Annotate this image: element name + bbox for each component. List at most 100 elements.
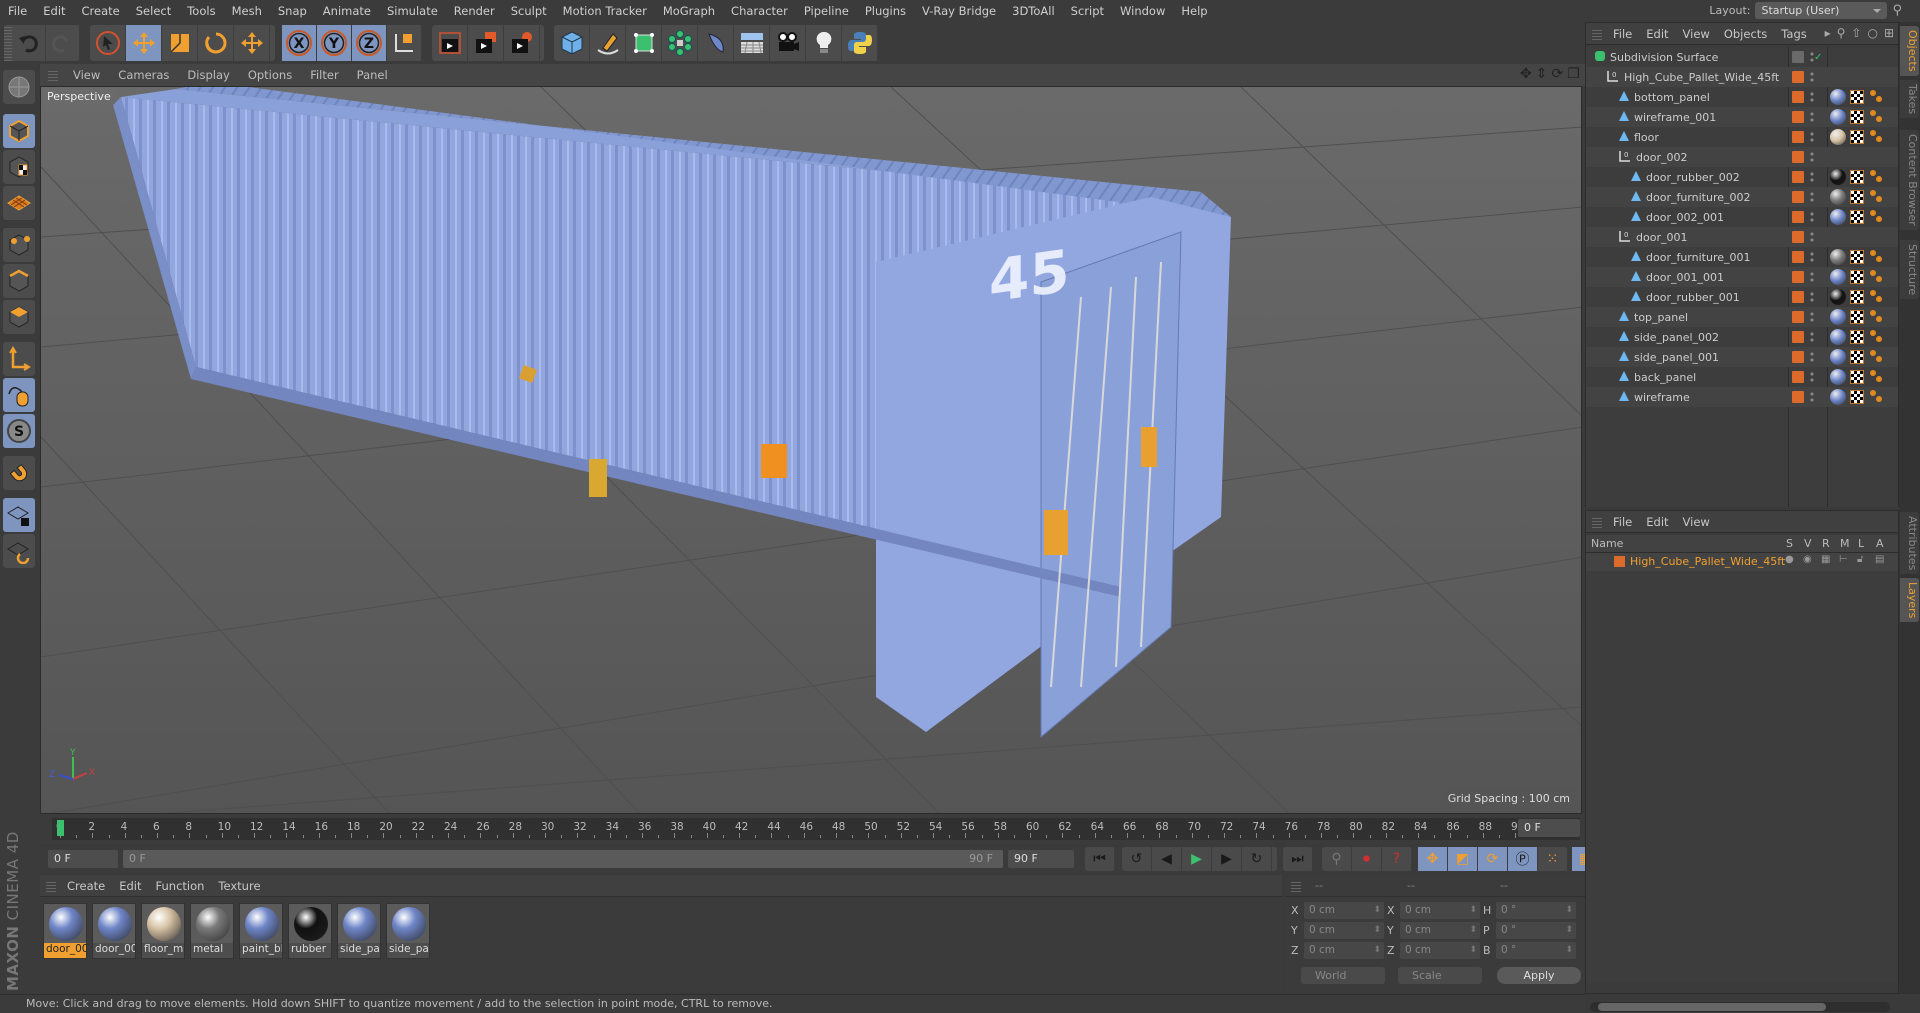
layer-color-swatch[interactable]: [1792, 311, 1804, 323]
position-field[interactable]: 0 cm: [1304, 942, 1384, 959]
uvw-tag-icon[interactable]: [1850, 90, 1864, 104]
menu-3dtoall[interactable]: 3DToAll: [1004, 4, 1063, 18]
material-tag-icon[interactable]: [1830, 129, 1846, 145]
layer-column-a[interactable]: A: [1876, 537, 1884, 550]
menu-script[interactable]: Script: [1063, 4, 1112, 18]
object-row[interactable]: top_panel: [1586, 307, 1898, 327]
uvw-tag-icon[interactable]: [1850, 330, 1864, 344]
object-row[interactable]: back_panel: [1586, 367, 1898, 387]
phong-tag-icon[interactable]: [1870, 190, 1884, 204]
viewport-menu-panel[interactable]: Panel: [348, 68, 397, 82]
viewport-menu-cameras[interactable]: Cameras: [109, 68, 178, 82]
z-axis-lock-icon[interactable]: Z: [352, 25, 387, 61]
visibility-dots[interactable]: [1810, 331, 1814, 343]
model-mode-icon[interactable]: [3, 114, 35, 148]
layer-column-name[interactable]: Name: [1591, 537, 1623, 550]
phong-tag-icon[interactable]: [1870, 370, 1884, 384]
x-axis-lock-icon[interactable]: X: [282, 25, 317, 61]
material-thumbnail[interactable]: metal: [190, 903, 234, 959]
material-thumbnail[interactable]: side_pai: [386, 903, 430, 959]
key-scale-icon[interactable]: ◩: [1448, 847, 1478, 871]
object-row[interactable]: 0 door_002: [1586, 147, 1898, 167]
locked-workplane-icon[interactable]: [3, 498, 35, 532]
material-menu-texture[interactable]: Texture: [211, 879, 267, 893]
uvw-tag-icon[interactable]: [1850, 270, 1864, 284]
menu-character[interactable]: Character: [723, 4, 796, 18]
visibility-dots[interactable]: [1810, 311, 1814, 323]
menu-snap[interactable]: Snap: [270, 4, 315, 18]
snapping-icon[interactable]: [3, 456, 35, 490]
uvw-tag-icon[interactable]: [1850, 310, 1864, 324]
material-thumbnail[interactable]: side_pai: [337, 903, 381, 959]
menu-window[interactable]: Window: [1112, 4, 1173, 18]
visibility-dots[interactable]: [1810, 111, 1814, 123]
phong-tag-icon[interactable]: [1870, 250, 1884, 264]
more-menu-icon[interactable]: ▸: [1825, 26, 1831, 40]
previous-frame-icon[interactable]: ◀: [1152, 847, 1182, 871]
object-menu-edit[interactable]: Edit: [1639, 27, 1675, 41]
key-rotation-icon[interactable]: ⟳: [1478, 847, 1508, 871]
menu-mograph[interactable]: MoGraph: [655, 4, 723, 18]
layer-color-swatch[interactable]: [1792, 91, 1804, 103]
menu-help[interactable]: Help: [1173, 4, 1215, 18]
coordinate-space-select[interactable]: World: [1301, 967, 1385, 984]
layer-color-swatch[interactable]: [1792, 191, 1804, 203]
end-frame-field[interactable]: 90 F: [1008, 850, 1074, 868]
workplane-icon[interactable]: [3, 186, 35, 220]
visibility-dots[interactable]: [1810, 351, 1814, 363]
layer-column-s[interactable]: S: [1786, 537, 1793, 550]
phong-tag-icon[interactable]: [1870, 270, 1884, 284]
render-settings-icon[interactable]: [504, 25, 540, 61]
material-tag-icon[interactable]: [1830, 289, 1846, 305]
uvw-tag-icon[interactable]: [1850, 130, 1864, 144]
visibility-dots[interactable]: [1810, 391, 1814, 403]
scrollbar-thumb[interactable]: [1598, 1003, 1826, 1011]
visibility-dots[interactable]: [1810, 171, 1814, 183]
side-tab-objects[interactable]: Objects: [1900, 26, 1919, 76]
object-row[interactable]: wireframe_001: [1586, 107, 1898, 127]
phong-tag-icon[interactable]: [1870, 330, 1884, 344]
material-thumbnail[interactable]: door_00: [92, 903, 136, 959]
visibility-dots[interactable]: [1810, 91, 1814, 103]
layer-menu-view[interactable]: View: [1676, 515, 1717, 529]
side-tab-takes[interactable]: Takes: [1900, 80, 1919, 119]
autokey-icon[interactable]: ?: [1382, 847, 1412, 871]
rotate-icon[interactable]: [198, 25, 234, 61]
menu-select[interactable]: Select: [128, 4, 179, 18]
material-tag-icon[interactable]: [1830, 349, 1846, 365]
uvw-tag-icon[interactable]: [1850, 210, 1864, 224]
material-tag-icon[interactable]: [1830, 209, 1846, 225]
layer-color-swatch[interactable]: [1792, 331, 1804, 343]
visibility-dots[interactable]: [1810, 71, 1814, 83]
panel-grip[interactable]: [1592, 515, 1602, 528]
layer-column-r[interactable]: R: [1822, 537, 1830, 550]
size-field[interactable]: 0 cm: [1400, 902, 1480, 919]
layer-color-swatch[interactable]: [1792, 111, 1804, 123]
floor-environment-icon[interactable]: [734, 25, 770, 61]
layer-manager-icon[interactable]: ⊢: [1839, 554, 1848, 565]
planar-workplane-icon[interactable]: [3, 534, 35, 568]
uvw-tag-icon[interactable]: [1850, 170, 1864, 184]
object-row[interactable]: 0 door_001: [1586, 227, 1898, 247]
layer-color-swatch[interactable]: [1792, 151, 1804, 163]
cloner-icon[interactable]: [662, 25, 698, 61]
search-icon[interactable]: ⚲: [1892, 3, 1902, 18]
viewport-menu-display[interactable]: Display: [178, 68, 238, 82]
make-editable-icon[interactable]: [3, 70, 35, 104]
rotation-field[interactable]: 0 °: [1496, 902, 1576, 919]
viewport-menu-options[interactable]: Options: [239, 68, 301, 82]
move-icon[interactable]: [126, 25, 162, 61]
material-thumbnail[interactable]: paint_bl: [239, 903, 283, 959]
material-menu-edit[interactable]: Edit: [112, 879, 148, 893]
object-row[interactable]: door_furniture_001: [1586, 247, 1898, 267]
viewport-perspective[interactable]: 45 Perspective Grid Spacing : 100 cm Y X…: [40, 86, 1582, 814]
next-key-icon[interactable]: ↻: [1242, 847, 1272, 871]
motion-record-icon[interactable]: ⚲: [1322, 847, 1352, 871]
material-tag-icon[interactable]: [1830, 189, 1846, 205]
layer-animation-icon[interactable]: ▤: [1875, 554, 1884, 565]
next-frame-icon[interactable]: ▶: [1212, 847, 1242, 871]
render-view-icon[interactable]: [432, 25, 468, 61]
side-tab-content-browser[interactable]: Content Browser: [1900, 130, 1919, 230]
frame-range-slider[interactable]: 0 F 90 F: [123, 850, 1003, 868]
menu-render[interactable]: Render: [446, 4, 503, 18]
